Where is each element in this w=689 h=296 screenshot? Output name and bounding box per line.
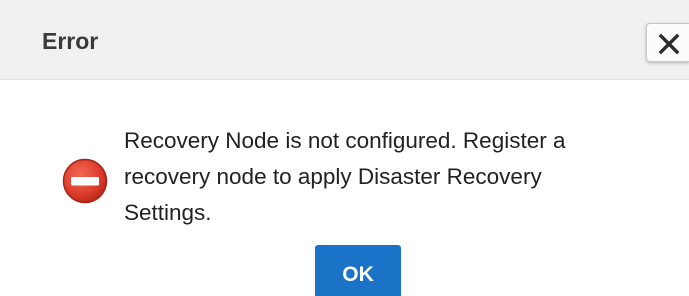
ok-button[interactable]: OK bbox=[315, 245, 401, 296]
dialog-titlebar: Error bbox=[0, 0, 689, 80]
dialog-title: Error bbox=[42, 28, 99, 54]
close-button[interactable] bbox=[646, 23, 689, 62]
error-message: Recovery Node is not configured. Registe… bbox=[124, 128, 566, 225]
error-icon bbox=[62, 158, 108, 204]
error-dialog: Error Recovery Node is not configured. R… bbox=[0, 0, 689, 296]
close-icon bbox=[658, 33, 680, 55]
